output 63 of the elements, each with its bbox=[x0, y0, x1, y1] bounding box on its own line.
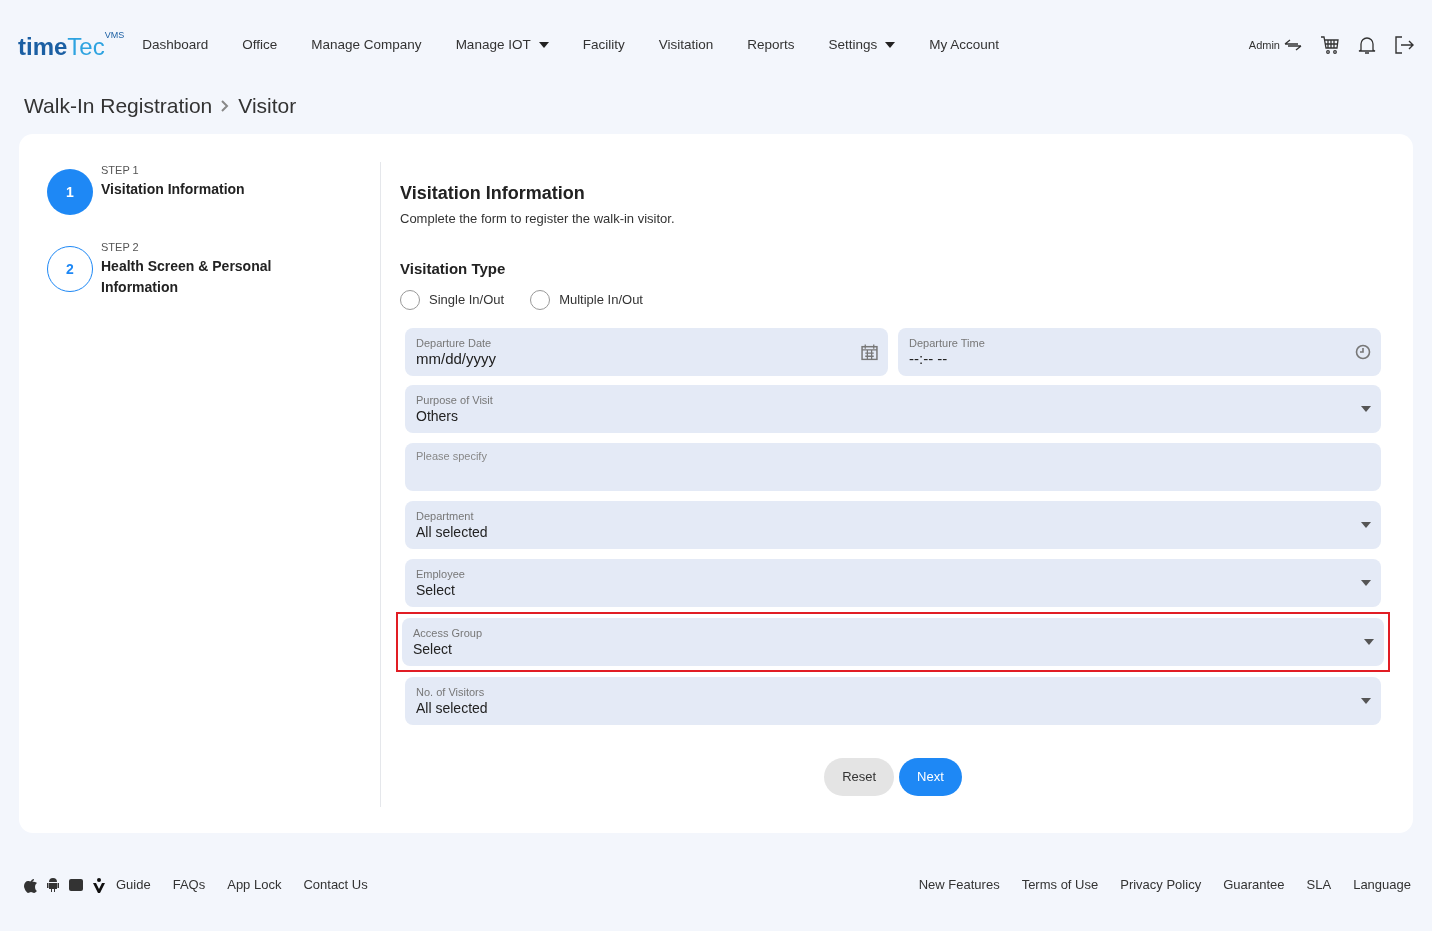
step-title: Health Screen & Personal Information bbox=[101, 256, 273, 297]
nav-link[interactable]: Facility bbox=[582, 34, 625, 56]
nav-link[interactable]: Dashboard bbox=[142, 34, 209, 56]
footer-link[interactable]: Terms of Use bbox=[1021, 875, 1099, 895]
nav-link[interactable]: Manage IOT bbox=[455, 34, 549, 56]
chevron-right-icon bbox=[220, 100, 231, 112]
step-number[interactable]: 2 bbox=[47, 246, 93, 292]
caret-icon bbox=[885, 42, 896, 48]
breadcrumb-link[interactable]: Walk-In Registration bbox=[24, 90, 213, 122]
dropdown-field[interactable]: Employee Select bbox=[405, 559, 1381, 607]
nav-link[interactable]: Office bbox=[242, 34, 278, 56]
nav-link[interactable]: Manage Company bbox=[311, 34, 422, 56]
footer-link[interactable]: SLA bbox=[1306, 875, 1332, 895]
bell-icon[interactable] bbox=[1358, 35, 1376, 55]
form-title: Visitation Information bbox=[400, 182, 586, 205]
switch-icon[interactable] bbox=[1284, 38, 1302, 52]
footer-link[interactable]: Language bbox=[1353, 875, 1411, 895]
dropdown-field[interactable]: Department All selected bbox=[405, 501, 1381, 549]
cart-icon[interactable] bbox=[1320, 35, 1340, 55]
footer-link[interactable]: FAQs bbox=[172, 875, 206, 895]
dropdown-field[interactable]: Purpose of Visit Others bbox=[405, 385, 1381, 433]
tablet-icon[interactable] bbox=[68, 877, 84, 893]
footer-link[interactable]: New Features bbox=[918, 875, 1000, 895]
time-field[interactable]: Departure Time --:-- -- bbox=[898, 328, 1381, 376]
footer-link[interactable]: Guarantee bbox=[1223, 875, 1285, 895]
clock-icon bbox=[1355, 344, 1371, 360]
step-title: Visitation Information bbox=[101, 179, 246, 199]
caret-icon bbox=[538, 42, 549, 48]
caret-icon bbox=[1361, 522, 1371, 528]
android-icon[interactable] bbox=[46, 877, 60, 893]
calendar-icon bbox=[861, 343, 878, 361]
footer-link[interactable]: Privacy Policy bbox=[1120, 875, 1202, 895]
footer-link[interactable]: Guide bbox=[116, 875, 151, 895]
person-icon[interactable] bbox=[92, 877, 106, 893]
form-subtitle: Complete the form to register the walk-in visitor. bbox=[400, 210, 676, 228]
dropdown-field[interactable]: Access Group Select bbox=[402, 618, 1384, 666]
caret-icon bbox=[1361, 698, 1371, 704]
date-field[interactable]: Departure Date mm/dd/yyyy bbox=[405, 328, 888, 376]
radio-label: Single In/Out bbox=[429, 291, 505, 310]
nav-link[interactable]: Reports bbox=[747, 34, 795, 56]
logo-text: Tec bbox=[67, 35, 105, 59]
dropdown-field[interactable]: No. of Visitors All selected bbox=[405, 677, 1381, 725]
breadcrumb-current: Visitor bbox=[238, 93, 297, 120]
nav-link[interactable]: Settings bbox=[828, 34, 896, 56]
section-heading: Visitation Type bbox=[400, 258, 507, 279]
logo-text: time bbox=[18, 35, 68, 59]
nav-link[interactable]: Visitation bbox=[658, 34, 714, 56]
caret-icon bbox=[1364, 639, 1374, 645]
footer-link[interactable]: App Lock bbox=[227, 875, 282, 895]
apple-icon[interactable] bbox=[24, 877, 38, 893]
reset-button[interactable]: Reset bbox=[824, 758, 895, 796]
user-role: Admin bbox=[1248, 37, 1280, 53]
radio-label: Multiple In/Out bbox=[559, 291, 643, 310]
logout-icon[interactable] bbox=[1394, 35, 1414, 55]
step-caption: STEP 2 bbox=[101, 240, 140, 255]
step-caption: STEP 1 bbox=[101, 163, 140, 178]
footer-link[interactable]: Contact Us bbox=[303, 875, 368, 895]
step-number[interactable]: 1 bbox=[47, 169, 93, 215]
caret-icon bbox=[1361, 406, 1371, 412]
next-button[interactable]: Next bbox=[899, 758, 962, 796]
nav-link[interactable]: My Account bbox=[929, 34, 1000, 56]
caret-icon bbox=[1361, 580, 1371, 586]
logo-superscript: VMS bbox=[104, 31, 125, 40]
